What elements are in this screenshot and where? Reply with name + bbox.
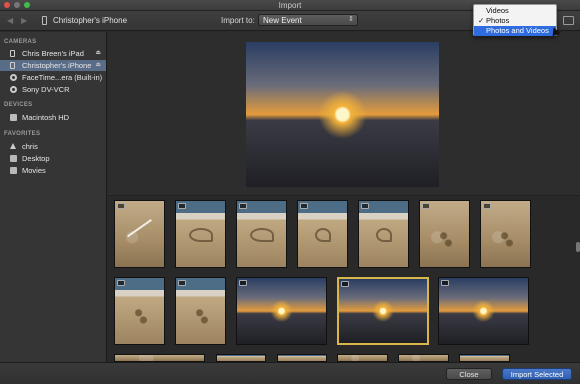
camera-badge-icon xyxy=(117,280,125,286)
sand-heart xyxy=(375,228,392,243)
sidebar-item-ipad[interactable]: Chris Breen's iPad ⏏ xyxy=(0,48,106,59)
tablet-icon xyxy=(10,50,15,57)
camera-icon xyxy=(10,86,17,93)
camera-icon xyxy=(10,74,17,81)
sidebar-toggle-icon[interactable] xyxy=(563,16,574,25)
preview-area xyxy=(108,32,580,196)
eject-icon[interactable]: ⏏ xyxy=(95,49,101,56)
sidebar-item-label: Desktop xyxy=(22,154,50,163)
folder-icon xyxy=(10,155,17,162)
menu-item-photos-and-videos[interactable]: Photos and Videos xyxy=(474,26,556,36)
camera-badge-icon xyxy=(441,280,449,286)
photo-thumbnail[interactable] xyxy=(175,200,226,268)
photo-thumbnail[interactable] xyxy=(480,200,531,268)
sidebar-item-movies[interactable]: Movies xyxy=(0,165,106,176)
event-select-value: New Event xyxy=(263,16,302,25)
disk-icon xyxy=(10,114,17,121)
bottom-bar: Close Import Selected xyxy=(0,362,580,384)
photo-thumbnail[interactable] xyxy=(114,354,205,362)
sidebar-item-label: Movies xyxy=(22,166,46,175)
sidebar-item-desktop[interactable]: Desktop xyxy=(0,153,106,164)
sidebar-item-label: Sony DV-VCR xyxy=(22,85,70,94)
sidebar-item-sony[interactable]: Sony DV-VCR xyxy=(0,84,106,95)
folder-icon xyxy=(10,167,17,174)
camera-badge-icon xyxy=(178,280,186,286)
photo-thumbnail[interactable] xyxy=(216,354,266,362)
photo-thumbnail[interactable] xyxy=(236,277,327,345)
camera-badge-icon xyxy=(239,280,247,286)
footprints xyxy=(134,307,147,324)
camera-badge-icon xyxy=(341,281,349,287)
photo-thumbnail[interactable] xyxy=(459,354,510,362)
chevron-updown-icon: ⇕ xyxy=(348,16,354,23)
camera-badge-icon xyxy=(300,203,308,209)
event-select[interactable]: New Event ⇕ xyxy=(258,14,358,26)
back-arrow-icon[interactable]: ◀ xyxy=(7,16,13,25)
section-cameras: CAMERAS xyxy=(4,39,37,45)
phone-icon xyxy=(10,62,15,69)
sidebar-item-label: Christopher's iPhone xyxy=(22,61,92,70)
sand-heart xyxy=(314,228,331,243)
camera-badge-icon xyxy=(483,203,491,209)
photo-thumbnail[interactable] xyxy=(114,277,165,345)
sidebar-item-iphone[interactable]: Christopher's iPhone ⏏ xyxy=(0,60,106,71)
sidebar-item-label: Chris Breen's iPad xyxy=(22,49,84,58)
import-selected-button[interactable]: Import Selected xyxy=(502,368,572,380)
photo-thumbnail[interactable] xyxy=(419,200,470,268)
sidebar-item-label: FaceTime...era (Built-in) xyxy=(22,73,103,82)
eject-icon[interactable]: ⏏ xyxy=(95,61,101,68)
footprints xyxy=(500,230,513,247)
forward-arrow-icon[interactable]: ▶ xyxy=(21,16,27,25)
camera-badge-icon xyxy=(117,203,125,209)
photo-thumbnail[interactable] xyxy=(277,354,327,362)
photo-thumbnail[interactable] xyxy=(297,200,348,268)
sand-drawing xyxy=(249,228,274,243)
preview-image xyxy=(246,42,439,187)
sidebar-item-label: chris xyxy=(22,142,38,151)
photo-thumbnail-selected[interactable] xyxy=(337,277,429,345)
sidebar-item-macintosh-hd[interactable]: Macintosh HD xyxy=(0,112,106,123)
camera-badge-icon xyxy=(422,203,430,209)
phone-icon xyxy=(42,16,47,25)
camera-badge-icon xyxy=(361,203,369,209)
footprints xyxy=(439,230,452,247)
photo-thumbnail[interactable] xyxy=(236,200,287,268)
sidebar-item-facetime[interactable]: FaceTime...era (Built-in) xyxy=(0,72,106,83)
photo-thumbnail[interactable] xyxy=(438,277,529,345)
photo-thumbnail[interactable] xyxy=(114,200,165,268)
import-browser xyxy=(108,32,580,362)
section-devices: DEVICES xyxy=(4,102,33,108)
menu-item-label: Videos xyxy=(486,6,509,15)
photo-thumbnail[interactable] xyxy=(337,354,388,362)
media-filter-menu: Videos ✓ Photos Photos and Videos xyxy=(473,4,557,36)
import-to-label: Import to: xyxy=(221,16,255,25)
close-button[interactable]: Close xyxy=(446,368,492,380)
nav-arrows: ◀ ▶ xyxy=(7,16,27,25)
sidebar: CAMERAS Chris Breen's iPad ⏏ Christopher… xyxy=(0,32,107,362)
menu-item-photos[interactable]: ✓ Photos xyxy=(474,16,556,26)
menu-item-label: Photos xyxy=(486,16,510,25)
scrollbar[interactable] xyxy=(576,242,580,252)
camera-badge-icon xyxy=(239,203,247,209)
home-icon xyxy=(10,143,16,149)
menu-item-label: Photos and Videos xyxy=(486,26,549,35)
photo-thumbnail[interactable] xyxy=(398,354,449,362)
menu-item-videos[interactable]: Videos xyxy=(474,6,556,16)
checkmark-icon: ✓ xyxy=(478,16,485,25)
section-favorites: FAVORITES xyxy=(4,131,41,137)
photo-thumbnail[interactable] xyxy=(358,200,409,268)
sidebar-item-chris[interactable]: chris xyxy=(0,141,106,152)
sidebar-item-label: Macintosh HD xyxy=(22,113,70,122)
photo-thumbnail[interactable] xyxy=(175,277,226,345)
source-device-name: Christopher's iPhone xyxy=(53,16,128,25)
driftwood xyxy=(126,219,153,238)
sand-drawing xyxy=(188,228,213,243)
footprints xyxy=(195,307,208,324)
camera-badge-icon xyxy=(178,203,186,209)
